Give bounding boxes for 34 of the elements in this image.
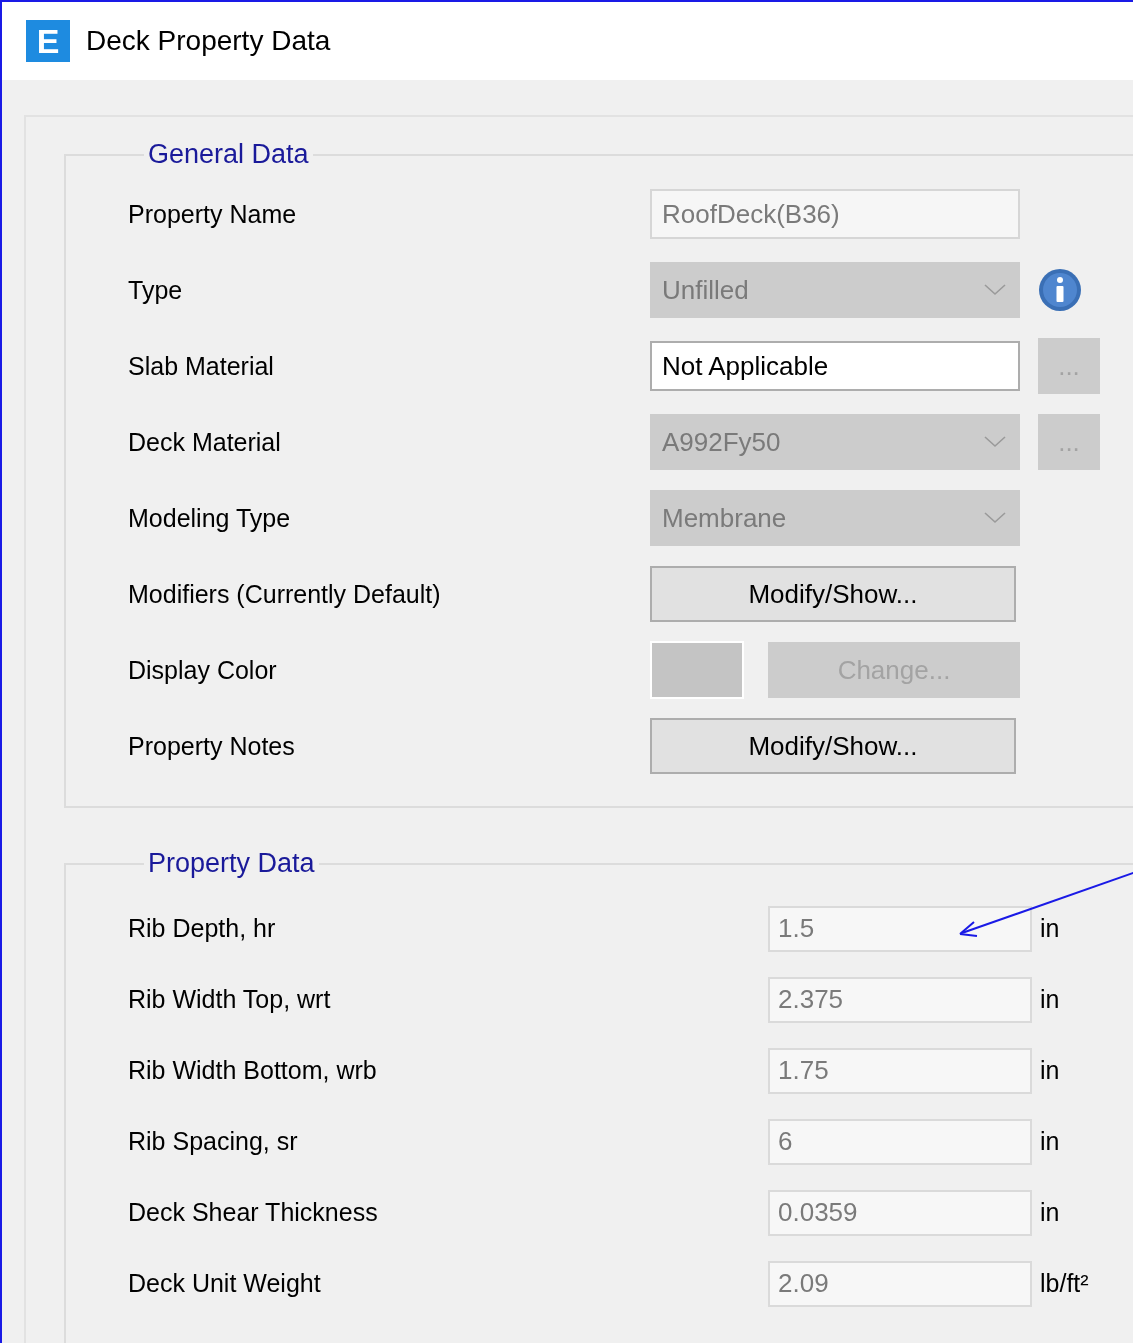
- unit-label: in: [1039, 1198, 1061, 1227]
- group-title: Property Data: [147, 848, 316, 879]
- color-swatch[interactable]: [650, 641, 744, 699]
- field-label: Rib Width Top, wrt: [128, 985, 332, 1014]
- modify-show-button[interactable]: Modify/Show...: [650, 718, 1016, 774]
- app-icon: E: [26, 20, 70, 62]
- unit-label: lb/ft²: [1039, 1269, 1090, 1298]
- text-field[interactable]: Not Applicable: [650, 341, 1020, 391]
- number-field[interactable]: 2.09: [768, 1260, 1032, 1307]
- unit-label: in: [1039, 1127, 1061, 1156]
- field-label: Deck Unit Weight: [128, 1269, 322, 1298]
- number-field[interactable]: 2.375: [768, 976, 1032, 1023]
- field-label: Rib Width Bottom, wrb: [128, 1056, 378, 1085]
- number-field[interactable]: 1.75: [768, 1047, 1032, 1094]
- field-label: Rib Spacing, sr: [128, 1127, 299, 1156]
- field-label: Slab Material: [128, 351, 275, 381]
- number-field[interactable]: 0.0359: [768, 1189, 1032, 1236]
- window-title: Deck Property Data: [86, 25, 331, 57]
- field-label: Display Color: [128, 655, 278, 685]
- number-field[interactable]: 6: [768, 1118, 1032, 1165]
- modify-show-button[interactable]: Modify/Show...: [650, 566, 1016, 622]
- field-label: Modifiers (Currently Default): [128, 579, 442, 609]
- unit-label: in: [1039, 914, 1061, 943]
- unit-label: in: [1039, 985, 1061, 1014]
- field-label: Deck Material: [128, 427, 282, 457]
- field-label: Type: [128, 275, 184, 305]
- field-label: Property Name: [128, 199, 298, 229]
- unit-label: in: [1039, 1056, 1061, 1085]
- field-label: Property Notes: [128, 731, 296, 761]
- number-field[interactable]: 1.5: [768, 905, 1032, 952]
- field-label: Modeling Type: [128, 503, 292, 533]
- field-label: Deck Shear Thickness: [128, 1198, 379, 1227]
- field-label: Rib Depth, hr: [128, 914, 277, 943]
- group-title: General Data: [147, 139, 310, 170]
